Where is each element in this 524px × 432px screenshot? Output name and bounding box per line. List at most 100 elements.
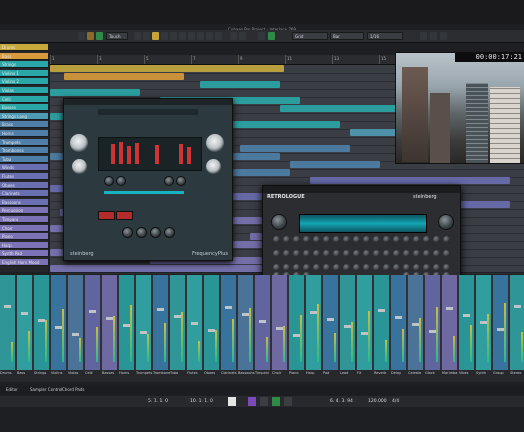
track-header[interactable]: Trombones [0, 147, 48, 155]
track-header[interactable]: Piano [0, 233, 48, 241]
channel-fader[interactable] [361, 332, 368, 335]
line-tool-icon[interactable] [206, 32, 213, 40]
synth-knob[interactable] [323, 250, 330, 257]
mixer-channel-strip[interactable] [102, 275, 117, 370]
synth-knob[interactable] [443, 264, 450, 271]
synth-knob[interactable] [413, 250, 420, 257]
track-header[interactable]: Bassoons [0, 198, 48, 206]
synth-knob[interactable] [353, 236, 360, 243]
channel-fader[interactable] [480, 321, 487, 324]
eq-band-5[interactable] [155, 145, 159, 164]
synth-knob[interactable] [413, 236, 420, 243]
synth-knob[interactable] [393, 250, 400, 257]
synth-knob[interactable] [333, 250, 340, 257]
channel-fader[interactable] [191, 322, 198, 325]
channel-fader[interactable] [157, 308, 164, 311]
track-header[interactable]: Violins 2 [0, 78, 48, 86]
channel-fader[interactable] [446, 307, 453, 310]
synth-knob[interactable] [403, 264, 410, 271]
event-clip[interactable] [310, 177, 510, 184]
synth-knob[interactable] [393, 236, 400, 243]
mixer-channel-strip[interactable] [0, 275, 15, 370]
ceiling-knob[interactable] [206, 159, 221, 174]
synth-knob[interactable] [383, 264, 390, 271]
mixer-channel-strip[interactable] [510, 275, 524, 370]
track-header[interactable]: Flutes [0, 173, 48, 180]
mixer-channel-strip[interactable] [323, 275, 338, 370]
event-clip[interactable] [200, 81, 280, 88]
mixer-channel-strip[interactable] [442, 275, 457, 370]
ratio-knob[interactable] [136, 227, 147, 238]
track-header[interactable]: Brass [0, 121, 48, 129]
erase-tool-icon[interactable] [170, 32, 177, 40]
bypass-button[interactable] [98, 211, 115, 220]
synth-knob[interactable] [303, 250, 310, 257]
synth-knob[interactable] [383, 236, 390, 243]
synth-knob[interactable] [443, 236, 450, 243]
eq-band-6[interactable] [179, 144, 183, 164]
channel-fader[interactable] [123, 324, 130, 327]
tab-editor[interactable]: Editor [6, 387, 18, 392]
synth-knob[interactable] [363, 264, 370, 271]
track-header[interactable]: Drums [0, 44, 48, 51]
synth-knob[interactable] [293, 236, 300, 243]
frequency-eq-plugin[interactable]: steinberg FrequencyPlus [63, 98, 233, 261]
synth-knob[interactable] [273, 236, 280, 243]
eq-band-1[interactable] [111, 144, 115, 164]
mixer-channel-strip[interactable] [238, 275, 253, 370]
video-window[interactable] [395, 52, 524, 164]
band-slider[interactable] [104, 191, 184, 194]
synth-knob[interactable] [393, 264, 400, 271]
synth-knob[interactable] [413, 264, 420, 271]
channel-fader[interactable] [412, 323, 419, 326]
synth-knob[interactable] [303, 236, 310, 243]
mixer-channel-strip[interactable] [408, 275, 423, 370]
mixer-channel-strip[interactable] [476, 275, 491, 370]
band-q-knob[interactable] [164, 176, 174, 186]
mixer-channel-strip[interactable] [136, 275, 151, 370]
mixer-channel-strip[interactable] [340, 275, 355, 370]
window-layout-icon[interactable] [420, 32, 427, 40]
mixer-channel-strip[interactable] [357, 275, 372, 370]
synth-knob[interactable] [313, 250, 320, 257]
synth-knob[interactable] [403, 250, 410, 257]
synth-knob[interactable] [373, 250, 380, 257]
channel-fader[interactable] [259, 320, 266, 323]
synth-knob[interactable] [283, 250, 290, 257]
right-locator[interactable]: 10. 1. 1. 0 [190, 397, 213, 406]
eq-band-7[interactable] [187, 147, 191, 164]
eq-display[interactable] [98, 137, 202, 171]
synth-knob[interactable] [303, 264, 310, 271]
mixer-channel-strip[interactable] [221, 275, 236, 370]
synth-knob[interactable] [333, 264, 340, 271]
synth-display[interactable] [299, 214, 427, 233]
output-gain-knob[interactable] [206, 134, 224, 152]
channel-fader[interactable] [174, 315, 181, 318]
mixer-channel-strip[interactable] [493, 275, 508, 370]
mixer-channel-strip[interactable] [459, 275, 474, 370]
track-header[interactable]: Tuba [0, 155, 48, 163]
nudge-left-icon[interactable] [230, 32, 237, 40]
track-header[interactable]: Harp [0, 241, 48, 249]
mixer-channel-strip[interactable] [255, 275, 270, 370]
channel-fader[interactable] [429, 330, 436, 333]
synth-knob[interactable] [433, 250, 440, 257]
synth-header[interactable] [263, 186, 460, 193]
synth-master-knob[interactable] [271, 214, 287, 230]
channel-fader[interactable] [395, 316, 402, 319]
channel-fader[interactable] [89, 310, 96, 313]
channel-fader[interactable] [208, 329, 215, 332]
automation-mode-select[interactable]: Touch [106, 32, 128, 40]
synth-knob[interactable] [343, 236, 350, 243]
input-gain-knob[interactable] [70, 134, 88, 152]
channel-fader[interactable] [378, 309, 385, 312]
channel-fader[interactable] [514, 305, 521, 308]
synth-knob[interactable] [403, 236, 410, 243]
time-signature[interactable]: 4/4 [392, 397, 399, 406]
mixer-channel-strip[interactable] [170, 275, 185, 370]
track-header[interactable]: Clarinets [0, 190, 48, 198]
nudge-right-icon[interactable] [239, 32, 246, 40]
synth-knob[interactable] [323, 236, 330, 243]
channel-fader[interactable] [4, 305, 11, 308]
synth-knob[interactable] [373, 264, 380, 271]
